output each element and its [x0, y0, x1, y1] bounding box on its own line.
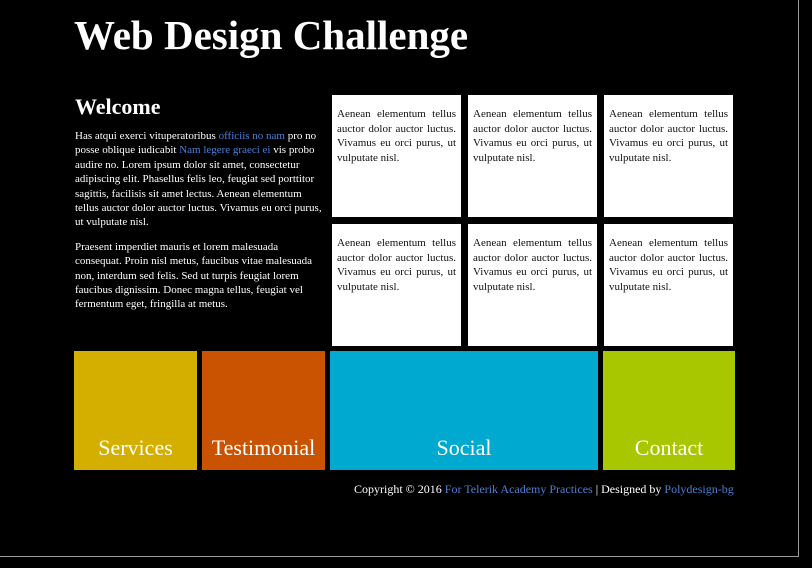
contact-tile[interactable]: Contact	[603, 351, 735, 470]
officiis-link[interactable]: officiis no nam	[219, 130, 285, 142]
copyright-text: Copyright © 2016	[354, 482, 445, 496]
designed-by-text: | Designed by	[592, 482, 665, 496]
welcome-heading: Welcome	[75, 94, 161, 119]
content-card-5: Aenean elementum tellus auctor dolor auc…	[468, 224, 597, 346]
content-card-3: Aenean elementum tellus auctor dolor auc…	[604, 95, 733, 217]
welcome-rest-text: vis probo audire no. Lorem ipsum dolor s…	[75, 144, 322, 229]
testimonial-tile[interactable]: Testimonial	[202, 351, 325, 470]
site-title: Web Design Challenge	[74, 12, 469, 58]
nam-legere-link[interactable]: Nam legere graeci ei	[179, 144, 270, 156]
polydesign-link[interactable]: Polydesign-bg	[664, 482, 733, 496]
telerik-academy-link[interactable]: For Telerik Academy Practices	[445, 482, 593, 496]
content-card-6: Aenean elementum tellus auctor dolor auc…	[604, 224, 733, 346]
welcome-intro-text: Has atqui exerci vituperatoribus	[75, 130, 219, 142]
social-tile-label: Social	[436, 435, 492, 460]
welcome-paragraph-2: Praesent imperdiet mauris et lorem males…	[75, 240, 313, 311]
services-tile-label: Services	[98, 435, 173, 460]
services-tile[interactable]: Services	[74, 351, 197, 470]
content-card-4: Aenean elementum tellus auctor dolor auc…	[332, 224, 461, 346]
testimonial-tile-label: Testimonial	[211, 435, 316, 460]
social-tile[interactable]: Social	[330, 351, 598, 470]
content-card-1: Aenean elementum tellus auctor dolor auc…	[332, 95, 461, 217]
footer: Copyright © 2016 For Telerik Academy Pra…	[354, 482, 734, 497]
contact-tile-label: Contact	[634, 435, 704, 460]
welcome-section: Welcome Has atqui exerci vituperatoribus…	[75, 95, 323, 312]
content-card-2: Aenean elementum tellus auctor dolor auc…	[468, 95, 597, 217]
welcome-paragraph-1: Has atqui exerci vituperatoribus officii…	[75, 129, 323, 230]
